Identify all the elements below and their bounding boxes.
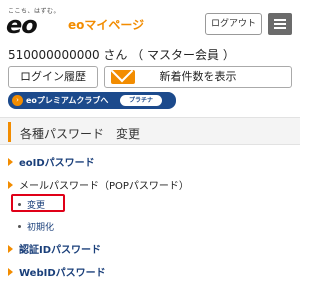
premium-club-banner[interactable]: › eoプレミアムクラブへ プラチナ — [8, 92, 176, 109]
menu-item-eoid-password[interactable]: eoIDパスワード — [8, 154, 95, 169]
logout-button[interactable]: ログアウト — [205, 13, 262, 35]
new-mail-count-label: 新着件数を表示 — [159, 70, 237, 83]
triangle-right-icon — [8, 157, 13, 166]
new-mail-count-button[interactable]: 新着件数を表示 — [104, 66, 292, 88]
user-id-line: 510000000000 さん （ マスター会員 ） — [8, 48, 235, 62]
submenu-item-initialize[interactable]: 初期化 — [18, 220, 54, 233]
menu-item-auth-id-password[interactable]: 認証IDパスワード — [8, 241, 101, 256]
triangle-right-icon — [8, 244, 13, 253]
platinum-badge: プラチナ — [120, 95, 162, 106]
page-title: 各種パスワード 変更 — [20, 127, 141, 141]
login-history-button[interactable]: ログイン履歴 — [8, 66, 98, 88]
highlight-box — [11, 194, 65, 212]
section-accent-bar — [8, 122, 11, 142]
triangle-right-icon — [8, 180, 13, 189]
hamburger-menu-icon[interactable] — [268, 13, 292, 35]
section-header: 各種パスワード 変更 — [0, 117, 300, 145]
premium-club-label: eoプレミアムクラブへ — [26, 96, 109, 105]
menu-item-webid-password[interactable]: WebIDパスワード — [8, 264, 106, 279]
header-bar: ここち、はずむ。 eo eoマイページ ログアウト — [0, 0, 300, 40]
eo-logo[interactable]: eo — [6, 11, 38, 39]
menu-item-mail-password: メールパスワード（POPパスワード） — [8, 177, 189, 192]
bullet-icon — [18, 225, 21, 228]
chevron-right-icon: › — [12, 95, 23, 106]
mypage-brand[interactable]: eoマイページ — [68, 16, 144, 33]
triangle-right-icon — [8, 267, 13, 276]
mail-icon — [111, 70, 135, 84]
